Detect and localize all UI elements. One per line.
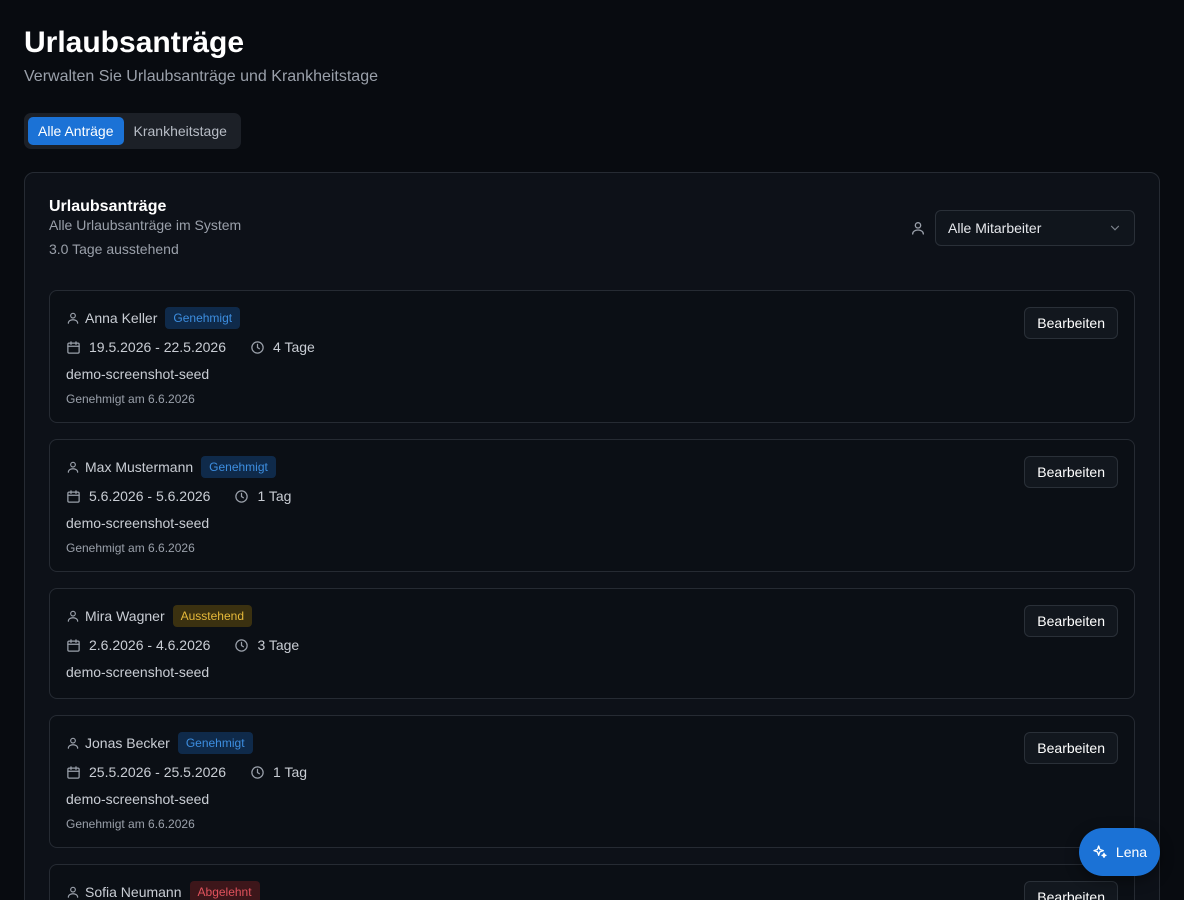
request-item: Anna Keller Genehmigt 19.5.2026 - 22.5.2… bbox=[49, 290, 1135, 423]
user-icon bbox=[67, 610, 79, 622]
page-title: Urlaubsanträge bbox=[24, 26, 245, 59]
calendar-icon bbox=[67, 638, 80, 652]
employee-name: Max Mustermann bbox=[85, 459, 194, 475]
employee-filter: Alle Mitarbeiter bbox=[910, 210, 1135, 246]
status-badge: Ausstehend bbox=[172, 605, 253, 627]
status-badge: Genehmigt bbox=[165, 307, 241, 329]
employee-name: Sofia Neumann bbox=[85, 884, 182, 900]
request-dates: 19.5.2026 - 22.5.2026 4 Tage bbox=[66, 336, 1118, 358]
request-reason: demo-screenshot-seed bbox=[66, 366, 210, 382]
edit-button[interactable]: Bearbeiten bbox=[1024, 307, 1118, 339]
calendar-icon bbox=[67, 765, 80, 779]
request-header: Jonas Becker Genehmigt bbox=[66, 732, 1118, 754]
user-icon bbox=[67, 312, 79, 324]
assistant-label: Lena bbox=[1115, 844, 1148, 860]
request-reason: demo-screenshot-seed bbox=[66, 664, 210, 680]
user-icon bbox=[912, 222, 924, 235]
tab-list: Alle Anträge Krankheitstage bbox=[24, 113, 241, 149]
page: Urlaubsanträge Verwalten Sie Urlaubsantr… bbox=[0, 0, 1184, 900]
request-dates: 2.6.2026 - 4.6.2026 3 Tage bbox=[66, 634, 1118, 656]
employee-name: Jonas Becker bbox=[85, 735, 170, 751]
clock-icon bbox=[251, 765, 264, 779]
user-icon bbox=[67, 461, 79, 473]
page-subtitle: Verwalten Sie Urlaubsanträge und Krankhe… bbox=[24, 68, 378, 85]
duration: 1 Tag bbox=[273, 764, 308, 780]
tab-all-requests[interactable]: Alle Anträge bbox=[28, 117, 124, 145]
duration: 3 Tage bbox=[257, 637, 300, 653]
approval-note: Genehmigt am 6.6.2026 bbox=[66, 817, 195, 831]
employee-name: Anna Keller bbox=[85, 310, 158, 326]
edit-button[interactable]: Bearbeiten bbox=[1024, 881, 1118, 900]
clock-icon bbox=[235, 638, 249, 652]
request-item: Sofia Neumann Abgelehnt Bearbeiten bbox=[49, 864, 1135, 900]
request-list: Anna Keller Genehmigt 19.5.2026 - 22.5.2… bbox=[49, 290, 1135, 900]
employee-select-value: Alle Mitarbeiter bbox=[948, 220, 1042, 236]
date-range: 19.5.2026 - 22.5.2026 bbox=[89, 339, 227, 355]
tab-sick-days[interactable]: Krankheitstage bbox=[124, 117, 237, 145]
employee-name: Mira Wagner bbox=[85, 608, 165, 624]
date-range: 25.5.2026 - 25.5.2026 bbox=[89, 764, 227, 780]
request-item: Jonas Becker Genehmigt 25.5.2026 - 25.5.… bbox=[49, 715, 1135, 848]
edit-button[interactable]: Bearbeiten bbox=[1024, 456, 1118, 488]
approval-note: Genehmigt am 6.6.2026 bbox=[66, 392, 195, 406]
card-header: Urlaubsanträge Alle Urlaubsanträge im Sy… bbox=[49, 198, 1135, 290]
calendar-icon bbox=[67, 340, 80, 354]
request-item: Mira Wagner Ausstehend 2.6.2026 - 4.6.20… bbox=[49, 588, 1135, 699]
assistant-button[interactable]: Lena bbox=[1079, 828, 1160, 876]
user-icon bbox=[67, 737, 79, 749]
calendar-icon bbox=[67, 489, 80, 503]
clock-icon bbox=[235, 489, 249, 503]
request-item: Max Mustermann Genehmigt 5.6.2026 - 5.6.… bbox=[49, 439, 1135, 572]
request-header: Max Mustermann Genehmigt bbox=[66, 456, 1118, 478]
date-range: 2.6.2026 - 4.6.2026 bbox=[89, 637, 211, 653]
requests-card: Urlaubsanträge Alle Urlaubsanträge im Sy… bbox=[24, 172, 1160, 900]
approval-note: Genehmigt am 6.6.2026 bbox=[66, 541, 195, 555]
request-reason: demo-screenshot-seed bbox=[66, 791, 210, 807]
duration: 4 Tage bbox=[273, 339, 315, 355]
chevron-down-icon bbox=[1110, 225, 1120, 231]
employee-select[interactable]: Alle Mitarbeiter bbox=[935, 210, 1135, 246]
status-badge: Genehmigt bbox=[201, 456, 276, 478]
request-dates: 25.5.2026 - 25.5.2026 1 Tag bbox=[66, 761, 1118, 783]
status-badge: Abgelehnt bbox=[189, 881, 260, 900]
request-reason: demo-screenshot-seed bbox=[66, 515, 210, 531]
request-header: Sofia Neumann Abgelehnt bbox=[66, 881, 1118, 900]
user-icon bbox=[67, 886, 79, 898]
sparkles-icon bbox=[1093, 845, 1107, 858]
duration: 1 Tag bbox=[257, 488, 292, 504]
request-dates: 5.6.2026 - 5.6.2026 1 Tag bbox=[66, 485, 1118, 507]
request-header: Mira Wagner Ausstehend bbox=[66, 605, 1118, 627]
edit-button[interactable]: Bearbeiten bbox=[1024, 605, 1118, 637]
status-badge: Genehmigt bbox=[177, 732, 253, 754]
request-header: Anna Keller Genehmigt bbox=[66, 307, 1118, 329]
clock-icon bbox=[251, 340, 264, 354]
date-range: 5.6.2026 - 5.6.2026 bbox=[89, 488, 211, 504]
edit-button[interactable]: Bearbeiten bbox=[1024, 732, 1118, 764]
